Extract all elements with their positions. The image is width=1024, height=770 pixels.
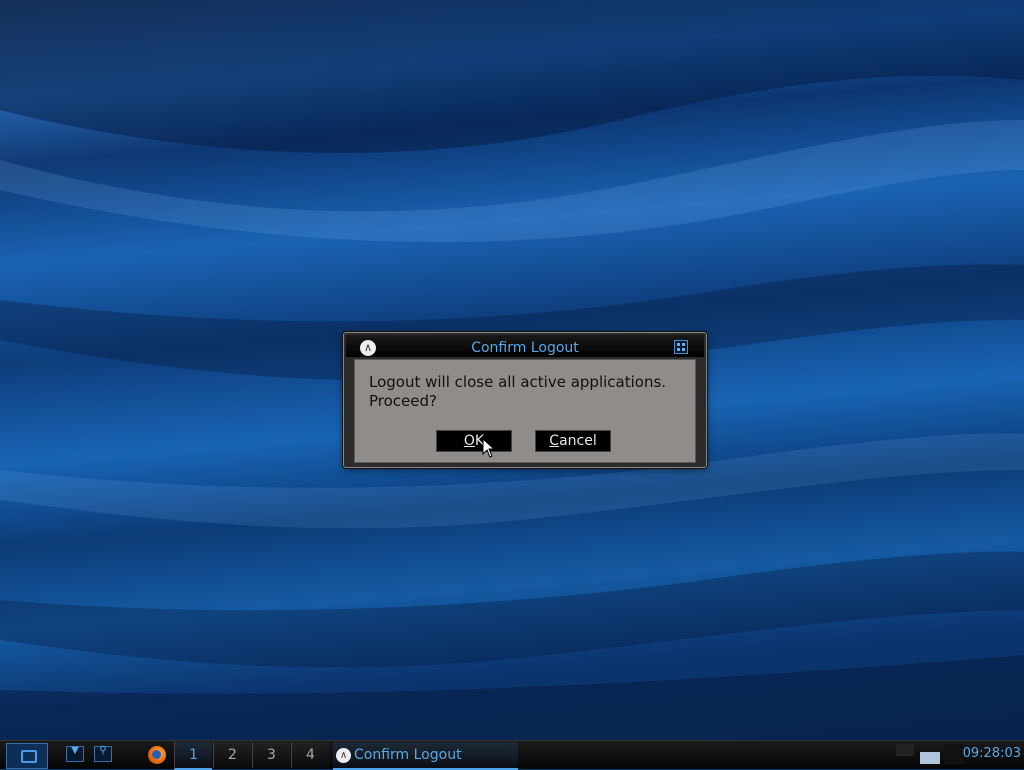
task-label: Confirm Logout: [354, 747, 462, 763]
chevron-down-icon[interactable]: ▼: [66, 745, 84, 762]
message-line-2: Proceed?: [369, 392, 437, 410]
message-line-1: Logout will close all active application…: [369, 373, 667, 391]
maximize-icon[interactable]: [674, 340, 688, 354]
tray-icon[interactable]: [896, 744, 914, 756]
clock[interactable]: 09:28:03: [963, 746, 1021, 761]
cancel-mnemonic: C: [549, 433, 560, 449]
taskbar-task-confirm-logout[interactable]: ∧ Confirm Logout: [333, 742, 518, 770]
dialog-titlebar[interactable]: ∧ Confirm Logout: [346, 335, 704, 357]
app-logo-icon: ∧: [336, 748, 351, 763]
dialog-body: Logout will close all active application…: [354, 359, 696, 463]
search-icon[interactable]: ⚲: [94, 745, 112, 762]
cancel-label: ancel: [559, 433, 597, 449]
confirm-logout-dialog: ∧ Confirm Logout Logout will close all a…: [343, 332, 707, 468]
workspace-4[interactable]: 4: [291, 742, 329, 768]
ok-mnemonic: O: [463, 433, 475, 449]
dialog-title: Confirm Logout: [471, 340, 579, 356]
ok-button[interactable]: OK: [436, 430, 512, 452]
tray-icon[interactable]: [920, 752, 940, 764]
workspace-1[interactable]: 1: [174, 742, 212, 770]
taskbar: ▼ ⚲ 1 2 3 4 ∧ Confirm Logout 09:28:03: [0, 740, 1024, 770]
mouse-cursor-icon: [482, 438, 496, 458]
workspace-3[interactable]: 3: [252, 742, 290, 768]
cancel-button[interactable]: Cancel: [535, 430, 611, 452]
dialog-message: Logout will close all active application…: [369, 373, 689, 411]
workspace-2[interactable]: 2: [213, 742, 251, 768]
firefox-icon[interactable]: [148, 746, 166, 764]
start-menu-icon[interactable]: [6, 743, 48, 769]
tray-icon[interactable]: [944, 744, 964, 764]
